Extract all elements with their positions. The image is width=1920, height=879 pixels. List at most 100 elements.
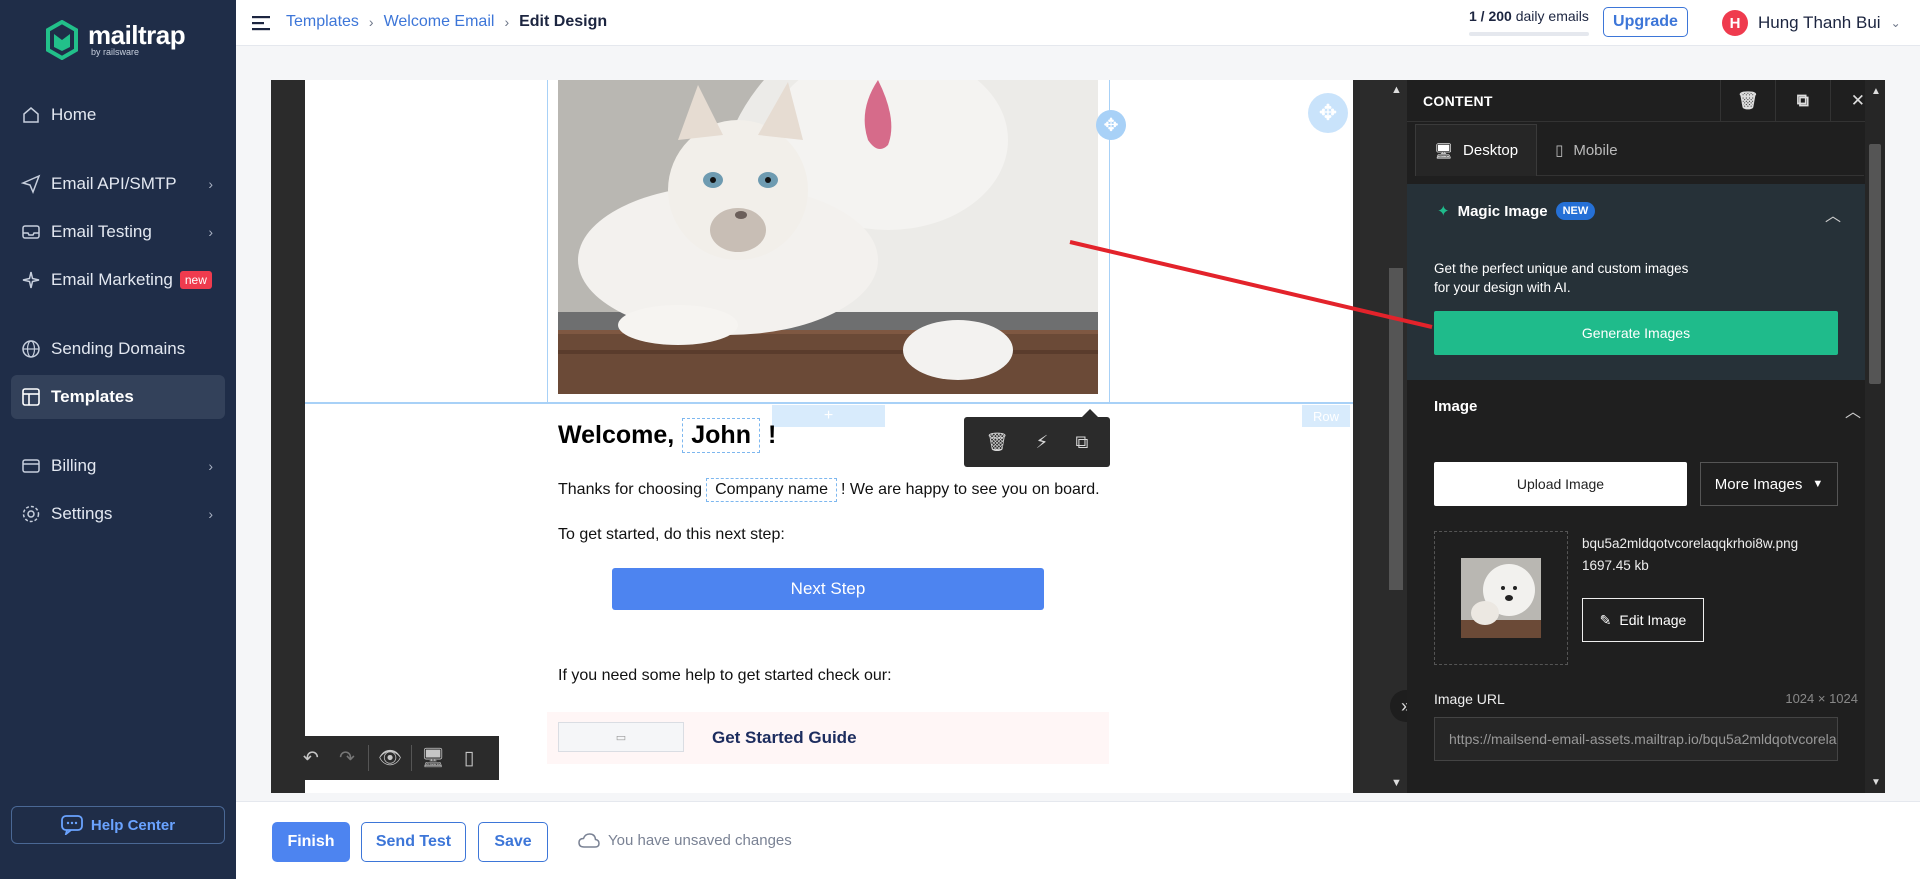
merge-tag-name[interactable]: John	[682, 418, 760, 453]
mailtrap-logo[interactable]: mailtrap by railsware	[44, 20, 186, 60]
finish-button[interactable]: Finish	[272, 822, 350, 862]
move-handle-icon[interactable]: ✥	[1096, 110, 1126, 140]
caret-down-icon: ▼	[1812, 478, 1824, 490]
mobile-view-icon[interactable]: ▯	[454, 747, 484, 770]
scroll-down-icon[interactable]: ▼	[1871, 777, 1881, 788]
topbar: Templates › Welcome Email › Edit Design …	[236, 0, 1920, 46]
help-center-button[interactable]: Help Center	[11, 806, 225, 844]
canvas-scrollbar[interactable]: ▲ ▼	[1353, 80, 1407, 793]
block-toolbar: 🗑 ⚡ ⧉	[964, 409, 1110, 467]
sidebar-item-templates[interactable]: Templates	[11, 375, 225, 419]
desktop-view-icon[interactable]: 🖥	[418, 746, 448, 770]
tab-desktop[interactable]: 🖥 Desktop	[1415, 124, 1538, 176]
breadcrumb-welcome-email[interactable]: Welcome Email	[384, 13, 495, 31]
gear-icon	[22, 505, 40, 523]
chevron-up-icon[interactable]: ︿	[1845, 398, 1861, 422]
sidebar-item-email-marketing[interactable]: Email Marketing new	[11, 258, 225, 302]
image-dimensions: 1024 × 1024	[1785, 691, 1858, 706]
scrollbar-thumb[interactable]	[1389, 268, 1403, 590]
save-button[interactable]: Save	[478, 822, 548, 862]
user-menu[interactable]: H Hung Thanh Bui ⌄	[1722, 10, 1901, 36]
chevron-down-icon: ⌄	[1890, 16, 1901, 30]
magic-desc-line2: for your design with AI.	[1434, 280, 1571, 295]
sidebar-item-billing[interactable]: Billing ›	[11, 444, 225, 488]
chevron-up-icon[interactable]: ︿	[1825, 202, 1841, 226]
delete-icon[interactable]: 🗑	[1720, 80, 1775, 122]
image-thumbnail[interactable]	[1434, 531, 1568, 665]
hero-image[interactable]	[558, 80, 1098, 394]
image-url-label: Image URL	[1434, 691, 1505, 707]
chevron-right-icon: ›	[208, 506, 213, 522]
undo-icon[interactable]: ↶	[296, 747, 326, 770]
unsaved-text: You have unsaved changes	[608, 832, 792, 849]
panel-header: CONTENT 🗑 ⧉ ✕	[1407, 80, 1885, 122]
scroll-up-icon[interactable]: ▲	[1871, 86, 1881, 97]
new-badge: NEW	[1555, 202, 1596, 220]
scrollbar-thumb[interactable]	[1869, 144, 1881, 384]
edit-image-label: Edit Image	[1619, 612, 1687, 628]
duplicate-icon[interactable]: ⧉	[1775, 80, 1830, 122]
breadcrumb-separator: ›	[368, 14, 374, 30]
upgrade-button[interactable]: Upgrade	[1603, 7, 1688, 37]
get-started-paragraph[interactable]: To get started, do this next step:	[558, 526, 785, 544]
sidebar-item-email-api[interactable]: Email API/SMTP ›	[11, 162, 225, 206]
billing-icon	[22, 459, 40, 473]
welcome-prefix: Welcome,	[558, 421, 675, 449]
sidebar-item-settings[interactable]: Settings ›	[11, 492, 225, 536]
welcome-heading[interactable]: Welcome, John !	[558, 418, 776, 453]
edit-image-button[interactable]: ✎ Edit Image	[1582, 598, 1704, 642]
guide-link[interactable]: Get Started Guide	[712, 728, 857, 748]
help-paragraph[interactable]: If you need some help to get started che…	[558, 667, 892, 685]
row-tag: Row	[1302, 405, 1350, 427]
sparkle-icon: ✦	[1437, 203, 1450, 220]
upload-image-button[interactable]: Upload Image	[1434, 462, 1687, 506]
tab-mobile[interactable]: ▯ Mobile	[1537, 124, 1635, 176]
inbox-icon	[22, 225, 40, 239]
chevron-right-icon: ›	[208, 176, 213, 192]
generate-images-button[interactable]: Generate Images	[1434, 311, 1838, 355]
image-file-name: bqu5a2mldqotvcorelaqqkrhoi8w.png	[1582, 536, 1799, 551]
duplicate-icon[interactable]: ⧉	[1076, 432, 1089, 453]
more-images-dropdown[interactable]: More Images ▼	[1700, 462, 1838, 506]
magic-wand-icon[interactable]: ⚡	[1036, 432, 1049, 453]
magic-image-section: ✦ Magic Image NEW ︿ Get the perfect uniq…	[1407, 184, 1865, 380]
device-tabs: 🖥 Desktop ▯ Mobile	[1415, 124, 1864, 176]
merge-tag-company[interactable]: Company name	[706, 478, 838, 502]
send-test-button[interactable]: Send Test	[361, 822, 466, 862]
scroll-down-icon[interactable]: ▼	[1391, 777, 1402, 789]
breadcrumb-templates[interactable]: Templates	[286, 13, 359, 31]
send-icon	[21, 174, 41, 194]
desktop-icon: 🖥	[1434, 142, 1454, 160]
magic-image-description: Get the perfect unique and custom images…	[1434, 259, 1714, 297]
preview-eye-icon[interactable]: 👁	[375, 746, 405, 770]
new-badge: new	[179, 271, 212, 289]
chevron-right-icon: ›	[208, 224, 213, 240]
mailtrap-logo-icon	[46, 20, 78, 60]
avatar: H	[1722, 10, 1748, 36]
content-panel: CONTENT 🗑 ⧉ ✕ 🖥 Desktop ▯ Mobile ✦ Magic…	[1407, 80, 1885, 793]
globe-icon	[22, 340, 40, 358]
breadcrumb: Templates › Welcome Email › Edit Design	[286, 13, 607, 31]
panel-scrollbar[interactable]: ▲ ▼	[1865, 80, 1885, 793]
redo-icon[interactable]: ↷	[332, 747, 362, 770]
sidebar-item-label: Home	[51, 105, 97, 124]
scroll-up-icon[interactable]: ▲	[1391, 84, 1402, 96]
image-url-input[interactable]: https://mailsend-email-assets.mailtrap.i…	[1434, 717, 1838, 761]
row-move-handle-icon[interactable]: ✥	[1308, 93, 1348, 133]
sidebar-item-label: Sending Domains	[51, 339, 186, 358]
next-step-button[interactable]: Next Step	[612, 568, 1044, 610]
image-placeholder-icon: ▭	[558, 722, 684, 752]
thanks-paragraph[interactable]: Thanks for choosing Company name ! We ar…	[558, 478, 1100, 502]
sidebar-item-home[interactable]: Home	[11, 93, 225, 137]
sidebar-item-label: Email Testing	[51, 222, 152, 241]
magic-image-header[interactable]: ✦ Magic Image NEW	[1437, 202, 1596, 220]
tab-label: Mobile	[1573, 141, 1618, 159]
sparkle-icon	[22, 271, 40, 289]
breadcrumb-edit-design: Edit Design	[519, 13, 608, 30]
sidebar-item-email-testing[interactable]: Email Testing ›	[11, 210, 225, 254]
menu-icon[interactable]	[252, 14, 272, 32]
add-block-button[interactable]: +	[772, 405, 885, 427]
delete-icon[interactable]: 🗑	[986, 432, 1009, 453]
sidebar-item-sending-domains[interactable]: Sending Domains	[11, 327, 225, 371]
tab-label: Desktop	[1463, 142, 1519, 159]
